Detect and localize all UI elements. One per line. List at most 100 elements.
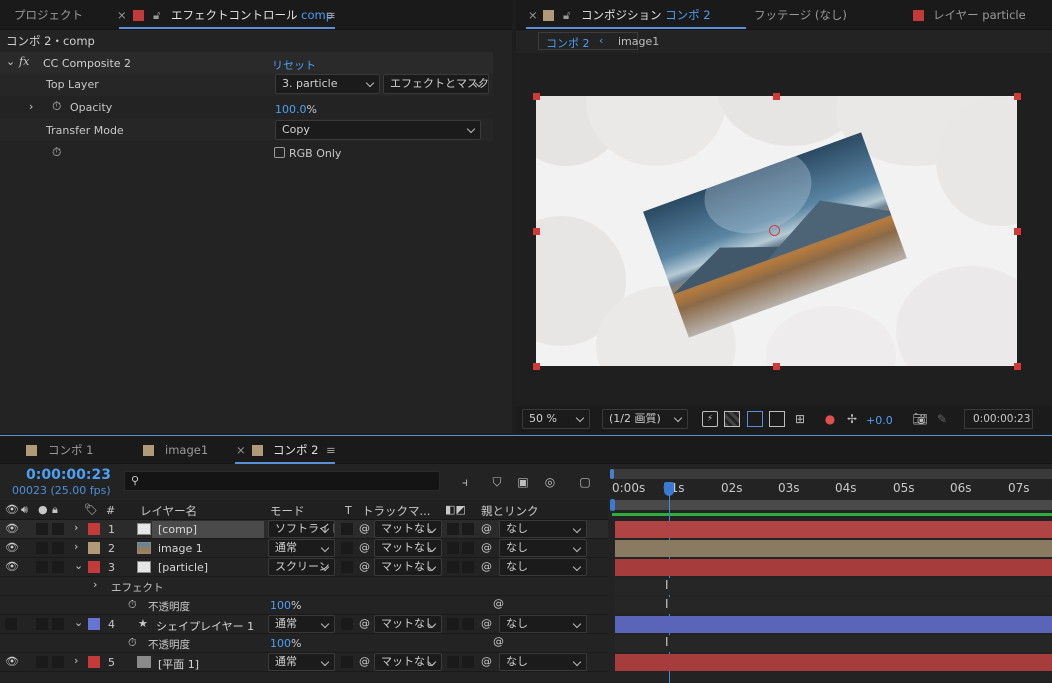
quality-dropdown[interactable]: (1/2 画質)	[602, 409, 688, 429]
transform-handle[interactable]	[773, 363, 780, 370]
tab-effect-controls[interactable]: エフェクトコントロール comp	[171, 0, 333, 30]
solo-toggle[interactable]	[36, 618, 48, 630]
preserve-transparency-toggle[interactable]	[341, 656, 353, 668]
preserve-transparency-toggle[interactable]	[341, 561, 353, 573]
lock-toggle[interactable]	[52, 523, 64, 535]
layer-row[interactable]: 👁︎ › 1 [comp] ソフトライト @ マットなし @ なし	[0, 520, 608, 539]
camera-snapshot-icon[interactable]: 📷︎	[912, 411, 928, 427]
switch-toggle[interactable]	[447, 656, 459, 668]
layer-label-color[interactable]	[88, 561, 100, 573]
chevron-right-icon[interactable]: ›	[29, 100, 33, 113]
pickwhip-icon[interactable]: @	[493, 635, 504, 648]
layer-label-color[interactable]	[88, 656, 100, 668]
transform-handle[interactable]	[1014, 228, 1021, 235]
switch-toggle[interactable]	[447, 542, 459, 554]
switch-toggle[interactable]	[462, 656, 474, 668]
transform-handle[interactable]	[1014, 93, 1021, 100]
guides-icon[interactable]: ⊞	[792, 411, 808, 427]
transfer-mode-dropdown[interactable]: Copy	[275, 120, 481, 140]
layer-label-color[interactable]	[88, 523, 100, 535]
pickwhip-icon[interactable]: @	[481, 522, 492, 535]
top-layer-source-dropdown[interactable]: エフェクトとマスク	[383, 74, 489, 94]
time-ruler[interactable]: 0:00s 01s 02s 03s 04s 05s 06s 07s	[610, 469, 1052, 519]
eye-icon[interactable]: 👁︎	[5, 522, 19, 535]
opacity-value[interactable]: 100%	[270, 637, 301, 650]
anchor-point-icon[interactable]	[769, 225, 780, 236]
work-area-range[interactable]	[612, 500, 1052, 510]
layer-name[interactable]: [particle]	[158, 561, 208, 574]
opacity-value[interactable]: 100%	[270, 599, 301, 612]
tab-image1[interactable]: image1	[165, 436, 208, 464]
stopwatch-icon[interactable]: ⏱︎	[52, 99, 61, 114]
search-input[interactable]: ⚲	[124, 471, 440, 491]
transparency-grid-icon[interactable]	[724, 411, 740, 427]
pickwhip-icon[interactable]: @	[481, 541, 492, 554]
parent-dropdown[interactable]: なし	[499, 520, 587, 538]
chevron-down-icon[interactable]: ⌄	[6, 55, 15, 68]
show-snapshot-icon[interactable]: ✎	[934, 411, 950, 427]
track-matte-link-icon[interactable]: @	[359, 522, 370, 535]
composition-canvas[interactable]	[536, 96, 1017, 366]
close-icon[interactable]: ×	[528, 0, 538, 30]
track-matte-dropdown[interactable]: マットなし	[374, 520, 442, 538]
viewer-area[interactable]	[516, 53, 1052, 406]
stopwatch-icon[interactable]: ⏱︎	[128, 598, 137, 612]
chevron-left-icon[interactable]: ‹	[599, 34, 603, 47]
track-matte-link-icon[interactable]: @	[359, 617, 370, 630]
keyframe-marker[interactable]: I	[665, 635, 669, 649]
opacity-property-row[interactable]: ⏱︎ 不透明度 100% @	[0, 634, 608, 653]
opacity-property-row[interactable]: ⏱︎ 不透明度 100% @	[0, 596, 608, 615]
fx-icon[interactable]: fx	[19, 55, 29, 68]
pickwhip-icon[interactable]: @	[481, 560, 492, 573]
parent-dropdown[interactable]: なし	[499, 558, 587, 576]
chevron-right-icon[interactable]: ›	[74, 521, 78, 534]
preserve-transparency-toggle[interactable]	[341, 618, 353, 630]
preserve-transparency-toggle[interactable]	[341, 523, 353, 535]
blend-mode-dropdown[interactable]: スクリーン	[268, 558, 335, 576]
timecode-display[interactable]: 0:00:00:23	[964, 409, 1033, 429]
transform-handle[interactable]	[1014, 363, 1021, 370]
blend-mode-dropdown[interactable]: ソフトライト	[268, 520, 335, 538]
graph-editor-icon[interactable]: ▢	[576, 473, 594, 491]
layer-row[interactable]: 👁︎ ⌄ 3 [particle] スクリーン @ マットなし @ なし	[0, 558, 608, 577]
preserve-transparency-toggle[interactable]	[341, 542, 353, 554]
layer-name[interactable]: シェイプレイヤー 1	[156, 618, 254, 634]
lock-toggle[interactable]	[52, 542, 64, 554]
track-matte-dropdown[interactable]: マットなし	[374, 653, 442, 671]
track-matte-link-icon[interactable]: @	[359, 655, 370, 668]
chevron-down-icon[interactable]: ⌄	[74, 616, 83, 629]
region-of-interest-icon[interactable]	[769, 411, 785, 427]
tab-layer[interactable]: レイヤー particle	[933, 0, 1026, 30]
chevron-right-icon[interactable]: ›	[74, 654, 78, 667]
panel-menu-icon[interactable]: ≡	[326, 0, 336, 30]
close-icon[interactable]: ×	[117, 0, 127, 30]
track-matte-dropdown[interactable]: マットなし	[374, 558, 442, 576]
layer-duration-bar[interactable]	[615, 540, 1052, 557]
stopwatch-icon[interactable]: ⏱︎	[128, 636, 137, 650]
property-track[interactable]: I	[615, 597, 1052, 614]
pickwhip-icon[interactable]: @	[481, 617, 492, 630]
column-layer-name[interactable]: レイヤー名	[140, 503, 197, 519]
eye-icon[interactable]: 👁︎	[5, 655, 19, 668]
breadcrumb-item[interactable]: image1	[618, 35, 659, 48]
solo-toggle[interactable]	[36, 656, 48, 668]
opacity-value[interactable]: 100.0%	[275, 103, 317, 116]
lock-icon[interactable]: 🔓︎	[563, 0, 570, 30]
tab-comp2[interactable]: コンポ 2	[273, 436, 318, 464]
blend-mode-dropdown[interactable]: 通常	[268, 539, 335, 557]
opacity-number[interactable]: 100.0	[275, 103, 307, 116]
layer-label-color[interactable]	[88, 618, 100, 630]
solo-toggle[interactable]	[36, 542, 48, 554]
switch-toggle[interactable]	[447, 523, 459, 535]
parent-dropdown[interactable]: なし	[499, 539, 587, 557]
lock-toggle[interactable]	[52, 618, 64, 630]
parent-dropdown[interactable]: なし	[499, 653, 587, 671]
top-layer-dropdown[interactable]: 3. particle	[275, 74, 380, 94]
pickwhip-icon[interactable]: @	[481, 655, 492, 668]
switch-toggle[interactable]	[447, 618, 459, 630]
tab-project[interactable]: プロジェクト	[14, 0, 83, 30]
zoom-dropdown[interactable]: 50 %	[522, 409, 590, 429]
transform-handle[interactable]	[533, 93, 540, 100]
breadcrumb-item-active[interactable]: コンポ 2	[546, 35, 590, 51]
layer-row[interactable]: 👁︎ › 2 image 1 通常 @ マットなし @ なし	[0, 539, 608, 558]
